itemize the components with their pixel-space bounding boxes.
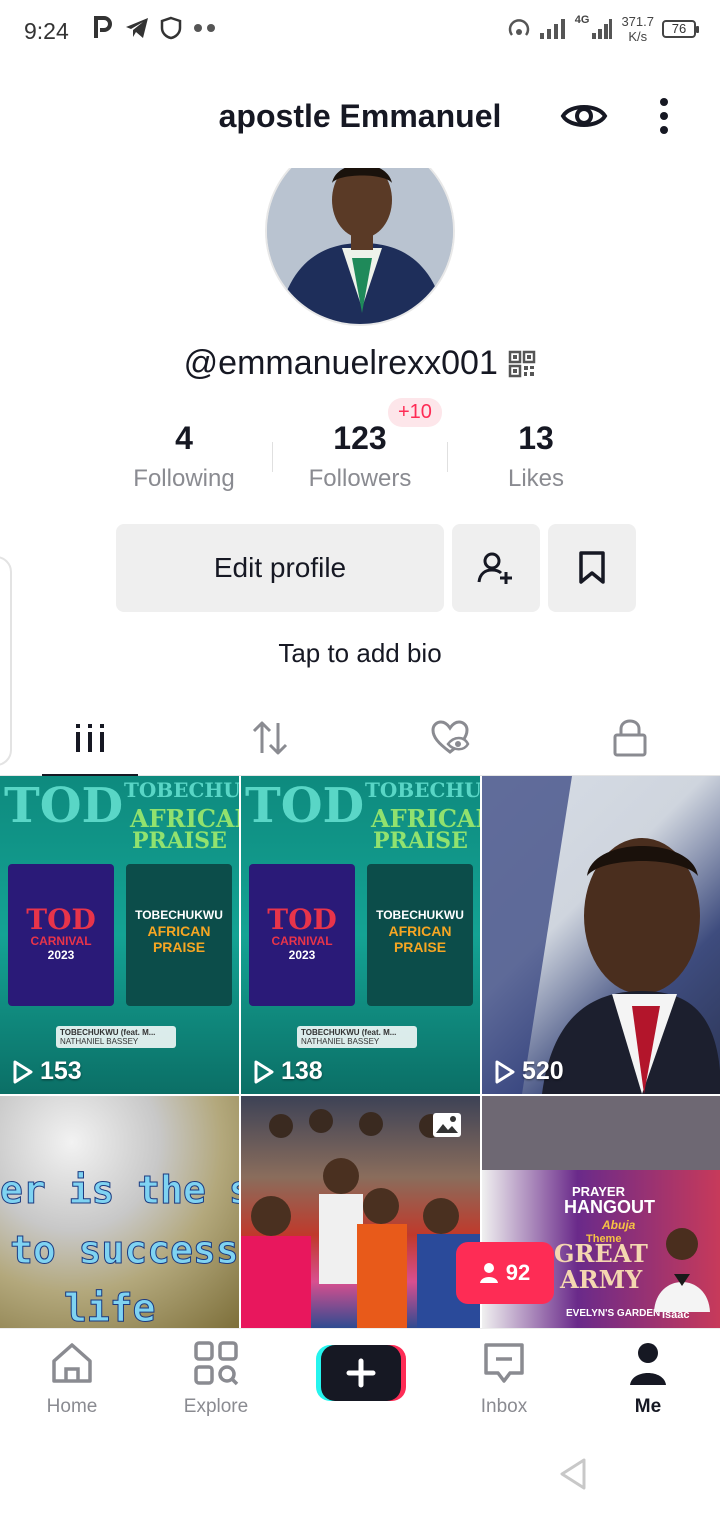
profile-icon <box>630 1343 666 1385</box>
speed-value: 371.7 <box>621 14 654 29</box>
selfie-image <box>482 776 720 1094</box>
view-count: 520 <box>522 1057 564 1085</box>
view-count: 153 <box>40 1057 82 1085</box>
speaker-photo <box>654 1228 710 1312</box>
nav-me[interactable]: Me <box>576 1339 720 1418</box>
username-handle: @emmanuelrexx001 <box>183 344 498 382</box>
video-thumbnail[interactable]: 520 <box>482 776 720 1094</box>
status-bar: 9:24 4G 371.7 K/s 76 <box>0 0 720 64</box>
content-tabs <box>0 700 720 777</box>
system-navigation-bar <box>0 1428 720 1520</box>
telegram-icon <box>126 18 148 38</box>
nav-explore[interactable]: Explore <box>144 1339 288 1418</box>
bottom-navigation: Home Explore Inbox Me <box>0 1328 720 1428</box>
tab-reposts[interactable] <box>180 700 360 776</box>
live-viewers-count: 92 <box>505 1260 531 1285</box>
nav-label: Me <box>634 1396 662 1417</box>
hotspot-icon <box>508 19 529 36</box>
more-options-icon[interactable] <box>648 94 680 138</box>
stat-label: Followers <box>308 465 412 492</box>
play-icon <box>495 1060 515 1083</box>
profile-name: apostle Emmanuel <box>218 98 502 134</box>
photo-icon <box>433 1113 461 1137</box>
videos-grid-icon <box>76 724 104 752</box>
stat-label: Likes <box>507 465 565 492</box>
inbox-icon <box>484 1343 524 1383</box>
play-icon <box>254 1060 274 1083</box>
parking-icon <box>94 16 112 38</box>
video-thumbnail[interactable] <box>241 1096 480 1328</box>
status-time: 9:24 <box>24 18 69 44</box>
home-icon <box>52 1343 92 1383</box>
nav-inbox[interactable]: Inbox <box>432 1339 576 1418</box>
nav-label: Home <box>46 1396 98 1417</box>
tab-videos[interactable] <box>0 700 180 777</box>
stat-value: 123 <box>333 420 387 456</box>
more-notifications-icon <box>194 24 215 32</box>
speed-unit: K/s <box>628 29 648 44</box>
video-thumbnail[interactable]: TOD TOBECHUKWU AFRICAN PRAISE TOD CARNIV… <box>241 776 480 1094</box>
lock-icon <box>613 719 647 757</box>
bookmark-icon <box>579 551 605 584</box>
video-grid: TOD TOBECHUKWU AFRICAN PRAISE TOD CARNIV… <box>0 776 720 1328</box>
stat-followers[interactable]: 123 Followers <box>272 420 448 500</box>
explore-icon <box>194 1341 239 1386</box>
reposts-icon <box>252 721 288 755</box>
video-thumbnail[interactable]: TOD TOBECHUKWU AFRICAN PRAISE TOD CARNIV… <box>0 776 239 1094</box>
battery-icon: 76 <box>662 20 699 38</box>
tab-private[interactable] <box>540 700 720 776</box>
nav-label: Inbox <box>480 1396 528 1417</box>
add-friends-button[interactable] <box>452 524 540 612</box>
stat-label: Following <box>133 465 235 492</box>
add-bio-prompt[interactable]: Tap to add bio <box>0 638 720 669</box>
nav-home[interactable]: Home <box>0 1339 144 1418</box>
network-type: 4G <box>574 14 590 26</box>
live-viewers-badge[interactable]: 92 <box>456 1242 554 1304</box>
profile-stats: 4 Following 123 Followers 13 Likes <box>96 420 624 500</box>
back-icon[interactable] <box>554 1454 594 1494</box>
liked-hidden-icon <box>431 720 470 754</box>
stat-following[interactable]: 4 Following <box>96 420 272 500</box>
signal-icon <box>539 19 565 39</box>
stat-value: 4 <box>175 420 193 456</box>
stat-likes[interactable]: 13 Likes <box>448 420 624 500</box>
eye-icon[interactable] <box>560 96 608 136</box>
video-thumbnail[interactable]: er is the sh to success life <box>0 1096 239 1328</box>
favorites-button[interactable] <box>548 524 636 612</box>
add-user-icon <box>477 552 512 584</box>
view-count: 138 <box>281 1057 323 1085</box>
create-button[interactable] <box>316 1343 406 1403</box>
user-icon <box>479 1263 498 1283</box>
shield-icon <box>160 16 182 40</box>
tab-liked[interactable] <box>360 700 540 776</box>
nav-label: Explore <box>183 1396 249 1417</box>
stat-value: 13 <box>518 420 554 456</box>
edit-profile-button[interactable]: Edit profile <box>116 524 444 612</box>
profile-actions: Edit profile <box>116 524 636 612</box>
play-icon <box>13 1060 33 1083</box>
signal-icon-2 <box>592 19 613 39</box>
qr-code-icon[interactable] <box>508 350 536 378</box>
